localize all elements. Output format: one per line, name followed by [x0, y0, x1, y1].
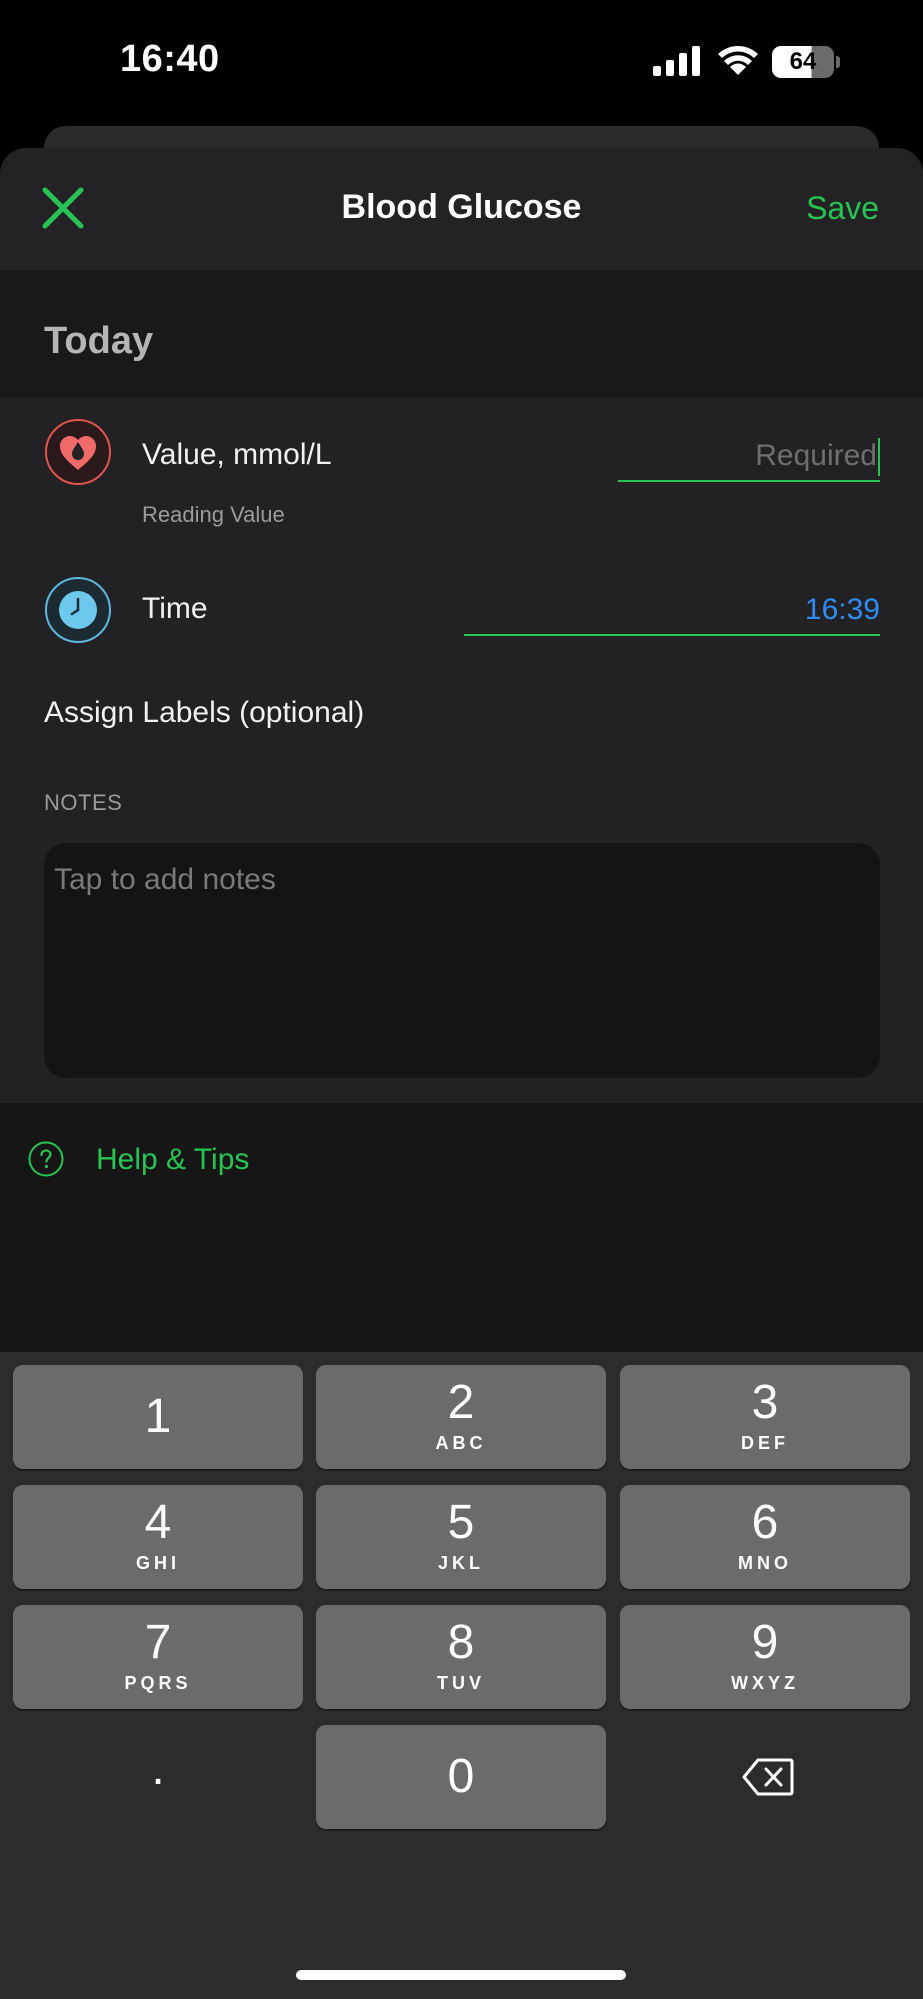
date-header-label: Today	[44, 320, 154, 362]
nav-bar: Blood Glucose Save	[0, 148, 923, 270]
value-placeholder: Required	[755, 439, 877, 472]
key-digit: 8	[447, 1616, 475, 1669]
home-indicator[interactable]	[296, 1970, 626, 1980]
key-digit: 0	[447, 1750, 475, 1803]
screen: 16:40 64 Blood Glucose Save Today Value,…	[0, 0, 923, 1999]
value-input[interactable]: Required	[618, 430, 880, 482]
key-letters: GHI	[135, 1553, 180, 1573]
key-2[interactable]: 2 ABC	[316, 1365, 606, 1469]
help-tips-label: Help & Tips	[96, 1143, 250, 1176]
notes-textarea[interactable]: Tap to add notes	[44, 843, 880, 1078]
key-9[interactable]: 9 WXYZ	[620, 1605, 910, 1709]
key-letters: MNO	[738, 1553, 792, 1573]
battery-level: 64	[789, 48, 817, 75]
notes-section-label: NOTES	[44, 790, 123, 815]
backspace-key[interactable]	[620, 1725, 910, 1829]
time-label: Time	[142, 592, 208, 625]
key-digit: 1	[144, 1390, 172, 1443]
key-digit: 5	[447, 1496, 475, 1549]
key-digit: 4	[144, 1496, 172, 1549]
battery-icon: 64	[772, 46, 840, 78]
time-field[interactable]: 16:39	[464, 584, 880, 636]
key-7[interactable]: 7 PQRS	[13, 1605, 303, 1709]
key-3[interactable]: 3 DEF	[620, 1365, 910, 1469]
key-digit: 9	[751, 1616, 779, 1669]
key-0[interactable]: 0	[316, 1725, 606, 1829]
key-digit: 7	[144, 1616, 172, 1669]
key-letters: WXYZ	[731, 1673, 799, 1693]
clock-icon	[45, 577, 111, 643]
battery-tip	[836, 56, 840, 68]
key-4[interactable]: 4 GHI	[13, 1485, 303, 1589]
page-title: Blood Glucose	[341, 188, 582, 226]
notes-placeholder: Tap to add notes	[54, 863, 276, 896]
key-letters: PQRS	[124, 1673, 192, 1693]
blood-drop-heart-icon	[45, 419, 111, 485]
key-8[interactable]: 8 TUV	[316, 1605, 606, 1709]
key-letters: JKL	[437, 1553, 484, 1573]
key-6[interactable]: 6 MNO	[620, 1485, 910, 1589]
status-time: 16:40	[120, 38, 220, 80]
value-label: Value, mmol/L	[142, 438, 332, 471]
key-digit: 6	[751, 1496, 779, 1549]
value-sublabel: Reading Value	[142, 502, 285, 527]
key-1[interactable]: 1	[13, 1365, 303, 1469]
key-digit: 2	[447, 1376, 475, 1429]
key-letters: TUV	[437, 1673, 485, 1693]
status-bar: 16:40 64	[0, 0, 923, 120]
decimal-key-label: .	[151, 1742, 165, 1795]
key-5[interactable]: 5 JKL	[316, 1485, 606, 1589]
question-circle-icon	[28, 1141, 64, 1177]
cellular-signal-icon	[653, 46, 700, 76]
key-digit: 3	[751, 1376, 779, 1429]
backspace-icon	[742, 1758, 794, 1796]
key-letters: ABC	[435, 1433, 487, 1453]
numeric-keypad: 1 2 ABC 3 DEF 4 GHI 5 JKL 6 MNO 7 PQRS 8…	[0, 1352, 923, 1999]
text-caret	[878, 438, 880, 477]
entry-form: Value, mmol/L Reading Value Required Tim…	[0, 398, 923, 1103]
wifi-icon	[718, 46, 758, 75]
key-letters: DEF	[741, 1433, 789, 1453]
decimal-key[interactable]: .	[13, 1725, 303, 1829]
save-button[interactable]: Save	[806, 190, 879, 227]
date-section-header: Today	[0, 270, 923, 398]
assign-labels-button[interactable]: Assign Labels (optional)	[44, 696, 364, 730]
